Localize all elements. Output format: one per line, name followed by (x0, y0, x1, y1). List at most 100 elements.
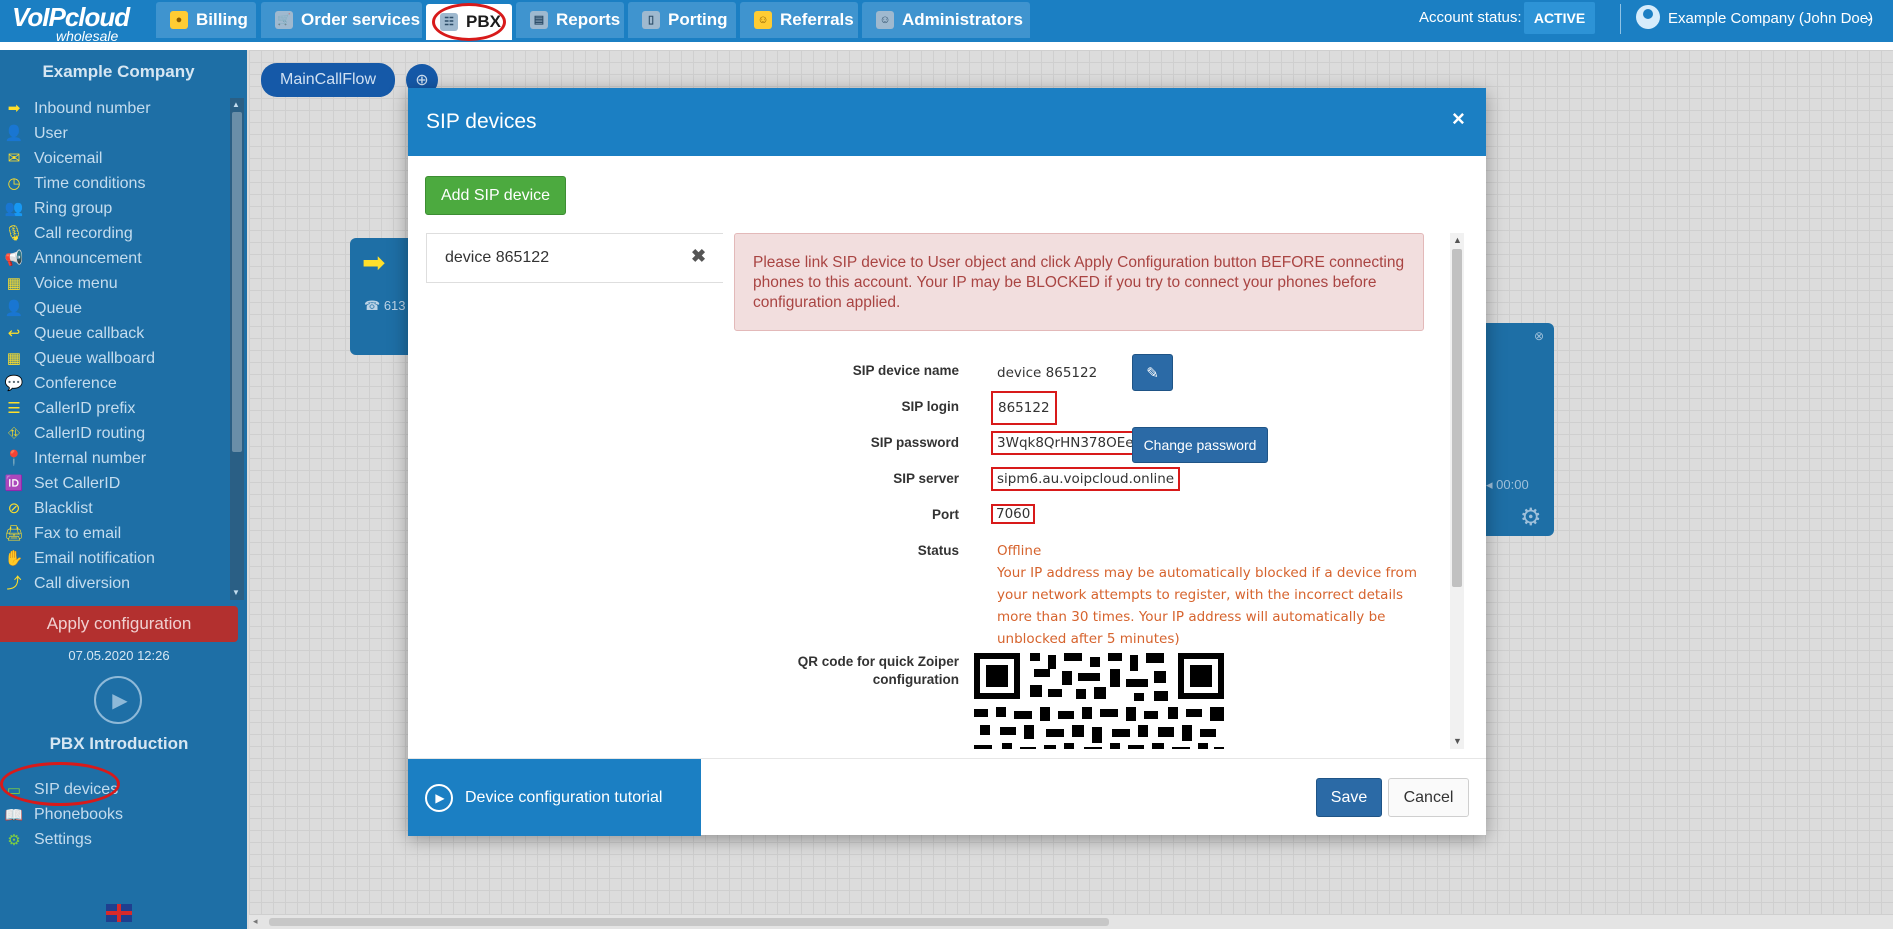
tab-referrals[interactable]: ☺ Referrals (740, 2, 858, 38)
save-button[interactable]: Save (1316, 778, 1382, 817)
sidebar-item-queue-wallboard[interactable]: ▦ Queue wallboard (0, 348, 232, 370)
scrollbar-thumb[interactable] (1452, 249, 1462, 587)
sidebar-item-announcement[interactable]: 📢 Announcement (0, 248, 232, 270)
sidebar-item-label: Set CallerID (34, 475, 121, 492)
sidebar-item-call-diversion[interactable]: ⤴ Call diversion (0, 573, 232, 595)
scroll-left-icon[interactable]: ◂ (253, 916, 258, 927)
sidebar-item-ring-group[interactable]: 👥 Ring group (0, 198, 232, 220)
sip-password-label: SIP password (870, 435, 959, 450)
sidebar-item-label: Call recording (34, 225, 133, 242)
upload-icon: ⤴ (6, 575, 22, 592)
change-password-button[interactable]: Change password (1132, 427, 1268, 463)
qr-code (974, 653, 1224, 749)
user-name[interactable]: Example Company (John Doe) (1668, 10, 1873, 27)
sidebar-item-label: Blacklist (34, 500, 93, 517)
edit-icon[interactable]: ✎ (1132, 354, 1173, 391)
report-icon: ▤ (530, 11, 548, 29)
chevron-down-icon[interactable]: ⌄ (1863, 8, 1875, 25)
flow-node[interactable]: ⊗ ◂ 00:00 ⚙ (1476, 323, 1554, 536)
ban-icon: ⊘ (7, 500, 21, 517)
sidebar-item-queue[interactable]: 👤 Queue (0, 298, 232, 320)
user-plus-icon: 👤 (4, 300, 24, 317)
sidebar-item-email-notification[interactable]: ✋ Email notification (0, 548, 232, 570)
uk-flag-icon[interactable] (106, 904, 132, 922)
canvas-horizontal-scrollbar[interactable]: ◂ (249, 915, 1893, 929)
play-icon[interactable]: ▶ (94, 676, 142, 724)
sidebar-item-queue-callback[interactable]: ↩ Queue callback (0, 323, 232, 345)
sidebar-item-phonebooks[interactable]: 📖 Phonebooks (0, 804, 123, 826)
tab-label: Reports (556, 10, 621, 29)
sip-devices-modal: SIP devices × Add SIP device device 8651… (408, 88, 1486, 836)
sidebar-item-voice-menu[interactable]: ▦ Voice menu (0, 273, 232, 295)
chat-icon: 💬 (4, 375, 24, 392)
logo[interactable]: VoIPcloud wholesale (6, 2, 156, 44)
cancel-button[interactable]: Cancel (1388, 778, 1469, 817)
sidebar-item-internal-number[interactable]: 📍 Internal number (0, 448, 232, 470)
tab-order-services[interactable]: 🛒 Order services (261, 2, 422, 38)
scroll-down-icon[interactable]: ▼ (1453, 736, 1462, 746)
sidebar-item-call-recording[interactable]: 🎙 Call recording (0, 223, 232, 245)
sidebar-scrollbar[interactable]: ▲ ▼ (230, 98, 244, 600)
sip-password-value: 3Wqk8QrHN378OEe8 (991, 431, 1149, 455)
sidebar-item-user[interactable]: 👤 User (0, 123, 232, 145)
tutorial-label: Device configuration tutorial (465, 788, 663, 806)
tab-main-call-flow[interactable]: MainCallFlow (261, 63, 395, 97)
sidebar-item-label: Queue (34, 300, 83, 317)
status-note: Your IP address may be automatically blo… (997, 565, 1417, 647)
sidebar-item-set-callerid[interactable]: 🆔 Set CallerID (0, 473, 232, 495)
node-time: ◂ 00:00 (1486, 477, 1529, 492)
pbx-introduction-label[interactable]: PBX Introduction (0, 734, 238, 754)
scrollbar-thumb[interactable] (232, 112, 242, 452)
printer-icon: 🖨 (4, 525, 24, 542)
scrollbar-thumb[interactable] (269, 918, 1109, 926)
sidebar-item-inbound-number[interactable]: ➡ Inbound number (0, 98, 232, 120)
sidebar-item-blacklist[interactable]: ⊘ Blacklist (0, 498, 232, 520)
tab-label: Order services (301, 10, 421, 29)
apply-configuration-button[interactable]: Apply configuration (0, 606, 238, 642)
tab-label: Billing (196, 10, 248, 29)
top-navigation-bar: VoIPcloud wholesale ● Billing 🛒 Order se… (0, 0, 1893, 50)
device-details: Please link SIP device to User object an… (728, 233, 1478, 749)
close-icon[interactable]: × (1452, 106, 1465, 132)
tab-billing[interactable]: ● Billing (156, 2, 256, 38)
scroll-up-icon[interactable]: ▲ (232, 100, 240, 109)
pbx-tab-highlight (432, 3, 506, 41)
account-status-label: Account status: (1419, 9, 1522, 26)
clock-icon: ◷ (7, 175, 21, 192)
gear-icon[interactable]: ⚙ (1520, 503, 1542, 532)
sidebar-item-conference[interactable]: 💬 Conference (0, 373, 232, 395)
sidebar-item-label: Ring group (34, 200, 113, 217)
sidebar-item-voicemail[interactable]: ✉ Voicemail (0, 148, 232, 170)
scroll-down-icon[interactable]: ▼ (232, 588, 240, 597)
add-sip-device-button[interactable]: Add SIP device (425, 176, 566, 215)
device-list-item[interactable]: device 865122 (445, 249, 549, 267)
arrow-right-icon: ➡ (7, 100, 21, 117)
scroll-up-icon[interactable]: ▲ (1453, 235, 1462, 245)
device-list: device 865122 ✖ (426, 233, 723, 283)
sidebar-item-callerid-prefix[interactable]: ☰ CallerID prefix (0, 398, 232, 420)
qr-code-image (974, 653, 1224, 749)
sidebar-item-label: Email notification (34, 550, 155, 567)
sidebar-item-fax-to-email[interactable]: 🖨 Fax to email (0, 523, 232, 545)
sidebar-item-label: Queue wallboard (34, 350, 155, 367)
delete-icon[interactable]: ✖ (691, 246, 706, 267)
sidebar-item-callerid-routing[interactable]: ⛗ CallerID routing (0, 423, 232, 445)
sidebar-item-settings[interactable]: ⚙ Settings (0, 829, 92, 851)
gear-icon: ⚙ (7, 832, 21, 849)
megaphone-icon: 📢 (4, 250, 24, 267)
tab-reports[interactable]: ▤ Reports (516, 2, 624, 38)
tab-porting[interactable]: ▯ Porting (628, 2, 736, 38)
apply-date: 07.05.2020 12:26 (68, 648, 170, 663)
sidebar-item-time-conditions[interactable]: ◷ Time conditions (0, 173, 232, 195)
device-configuration-tutorial-button[interactable]: ▶ Device configuration tutorial (408, 759, 701, 836)
modal-scrollbar[interactable]: ▲ ▼ (1450, 233, 1464, 749)
sitemap-icon: ⛗ (7, 425, 20, 442)
user-icon: 👤 (4, 125, 24, 142)
close-icon[interactable]: ⊗ (1534, 329, 1544, 343)
tab-administrators[interactable]: ☺ Administrators (862, 2, 1030, 38)
sidebar-item-label: Internal number (34, 450, 147, 467)
microphone-icon: 🎙 (4, 225, 24, 242)
node-number: ☎ 613 (364, 298, 406, 313)
user-avatar-icon[interactable] (1636, 5, 1660, 29)
sidebar-item-label: Inbound number (34, 100, 151, 117)
